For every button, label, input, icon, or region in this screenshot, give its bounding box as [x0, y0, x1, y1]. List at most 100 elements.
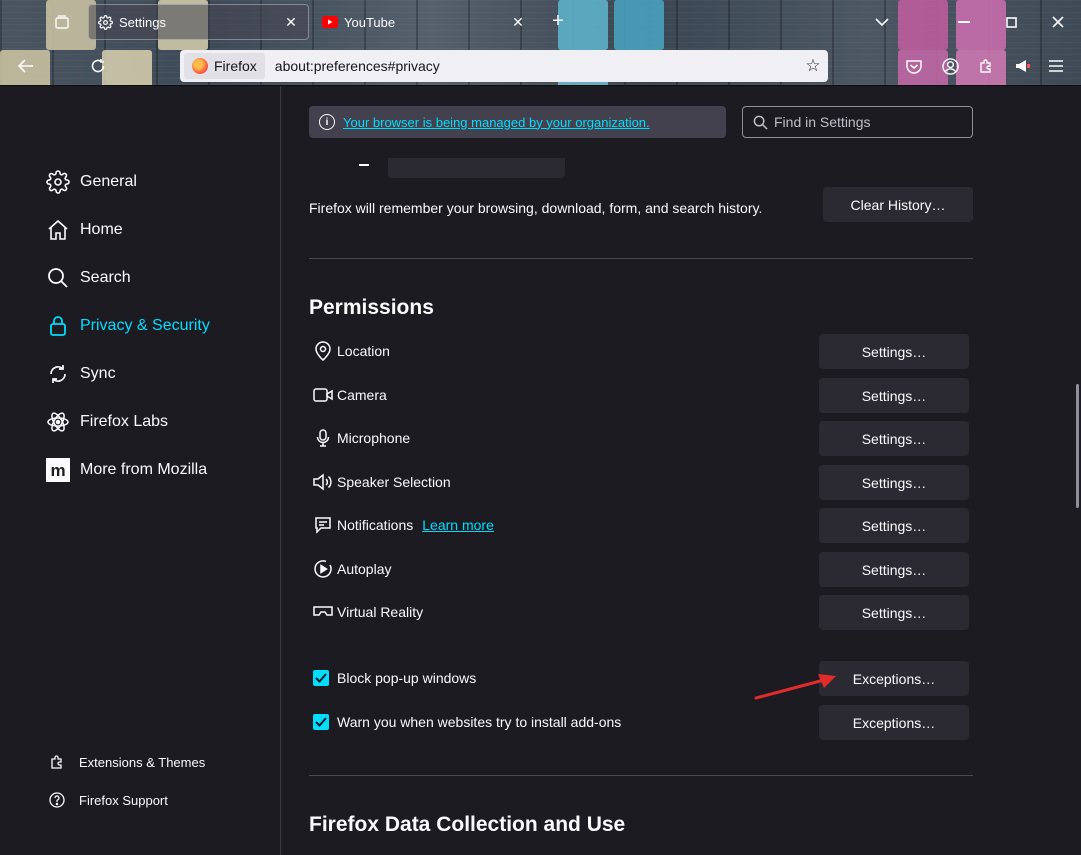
- speaker-settings-button[interactable]: Settings…: [819, 465, 969, 500]
- sidebar-item-label: Firefox Labs: [80, 413, 169, 430]
- minimize-button[interactable]: [946, 8, 982, 36]
- new-tab-button[interactable]: +: [546, 10, 570, 33]
- checkmark-icon: [315, 717, 327, 727]
- close-tab-icon[interactable]: ✕: [509, 14, 527, 31]
- checkmark-icon: [315, 673, 327, 683]
- puzzle-icon: [980, 59, 991, 73]
- block-popups-checkbox[interactable]: [313, 670, 329, 686]
- sidebar-item-label: Privacy & Security: [80, 317, 210, 334]
- section-divider: [309, 775, 973, 776]
- scrollbar-thumb[interactable]: [1076, 384, 1079, 508]
- reload-icon: [91, 59, 105, 73]
- account-button[interactable]: [938, 54, 962, 78]
- close-icon: [1052, 16, 1064, 28]
- extensions-button[interactable]: [974, 54, 998, 78]
- gear-icon: [97, 14, 113, 30]
- sidebar-item-label: Search: [80, 269, 131, 286]
- bookmark-star-icon[interactable]: ☆: [798, 56, 828, 76]
- data-collection-heading: Firefox Data Collection and Use: [309, 813, 626, 836]
- maximize-button[interactable]: [993, 8, 1029, 36]
- labs-icon: [44, 408, 72, 436]
- megaphone-icon: [1015, 60, 1030, 72]
- tab-youtube[interactable]: YouTube ✕: [314, 4, 535, 40]
- find-in-settings-field[interactable]: [742, 106, 973, 138]
- autoplay-icon: [312, 558, 334, 580]
- close-window-button[interactable]: [1040, 8, 1076, 36]
- pocket-button[interactable]: [902, 54, 926, 78]
- sidebar-item-more-from-mozilla[interactable]: m More from Mozilla: [44, 452, 274, 488]
- youtube-icon: [322, 14, 338, 30]
- sidebar-item-sync[interactable]: Sync: [44, 356, 274, 392]
- tab-bar: Settings ✕ YouTube ✕ +: [0, 0, 1081, 44]
- sidebar-item-search[interactable]: Search: [44, 260, 274, 296]
- list-all-tabs-button[interactable]: [864, 8, 900, 36]
- permission-label: Speaker Selection: [337, 474, 451, 490]
- browser-chrome: Settings ✕ YouTube ✕ + Firefox about:pre…: [0, 0, 1081, 86]
- permission-label: Virtual Reality: [337, 604, 424, 620]
- maximize-icon: [1005, 16, 1017, 28]
- sidebar-item-privacy-security[interactable]: Privacy & Security: [44, 308, 274, 344]
- permission-row-microphone: Microphone: [312, 425, 410, 451]
- settings-main: i Your browser is being managed by your …: [282, 86, 1081, 855]
- notifications-settings-button[interactable]: Settings…: [819, 508, 969, 543]
- sidebar-item-label: Sync: [80, 365, 116, 382]
- home-icon: [44, 216, 72, 244]
- firefox-support-link[interactable]: Firefox Support: [46, 788, 168, 812]
- vr-icon: [312, 601, 334, 623]
- firefox-view-button[interactable]: [44, 6, 80, 38]
- mozilla-icon: m: [44, 456, 72, 484]
- microphone-settings-button[interactable]: Settings…: [819, 421, 969, 456]
- search-input[interactable]: [774, 114, 964, 130]
- autoplay-settings-button[interactable]: Settings…: [819, 552, 969, 587]
- settings-sidebar: General Home Search Privacy & Security S…: [0, 86, 281, 855]
- firefox-view-icon: [55, 15, 69, 29]
- permission-label: Camera: [337, 387, 387, 403]
- megaphone-button[interactable]: [1010, 54, 1034, 78]
- block-popups-row[interactable]: Block pop-up windows: [313, 666, 476, 690]
- sidebar-item-firefox-labs[interactable]: Firefox Labs: [44, 404, 274, 440]
- history-mode-dropdown[interactable]: [388, 158, 565, 178]
- url-text[interactable]: about:preferences#privacy: [275, 58, 798, 74]
- addons-exceptions-button[interactable]: Exceptions…: [819, 705, 969, 740]
- identity-label: Firefox: [214, 58, 257, 74]
- nav-bar: Firefox about:preferences#privacy ☆: [0, 44, 1081, 85]
- puzzle-icon: [46, 754, 68, 770]
- footer-link-label: Extensions & Themes: [79, 754, 206, 770]
- warn-addons-checkbox[interactable]: [313, 714, 329, 730]
- speaker-icon: [312, 471, 334, 493]
- camera-settings-button[interactable]: Settings…: [819, 378, 969, 413]
- notifications-learn-more-link[interactable]: Learn more: [422, 517, 494, 533]
- info-icon: i: [319, 114, 335, 130]
- permission-row-autoplay: Autoplay: [312, 556, 391, 582]
- sidebar-item-home[interactable]: Home: [44, 212, 274, 248]
- clear-history-button[interactable]: Clear History…: [823, 187, 973, 222]
- reload-button[interactable]: [86, 54, 110, 78]
- close-tab-icon[interactable]: ✕: [282, 14, 300, 31]
- app-menu-button[interactable]: [1044, 54, 1068, 78]
- permission-row-notifications: Notifications Learn more: [312, 512, 494, 538]
- permission-row-camera: Camera: [312, 382, 387, 408]
- gear-icon: [44, 168, 72, 196]
- back-button[interactable]: [14, 54, 38, 78]
- warn-addons-row[interactable]: Warn you when websites try to install ad…: [313, 710, 621, 734]
- permission-row-virtual-reality: Virtual Reality: [312, 599, 423, 625]
- sidebar-item-label: General: [80, 173, 137, 190]
- section-divider: [309, 258, 973, 259]
- hamburger-menu-icon: [1049, 60, 1063, 72]
- permissions-heading: Permissions: [309, 296, 434, 319]
- sidebar-item-general[interactable]: General: [44, 164, 274, 200]
- location-settings-button[interactable]: Settings…: [819, 334, 969, 369]
- search-icon: [44, 264, 72, 292]
- lock-icon: [44, 312, 72, 340]
- tab-settings[interactable]: Settings ✕: [88, 4, 309, 40]
- svg-text:m: m: [50, 461, 65, 480]
- identity-box[interactable]: Firefox: [184, 53, 265, 79]
- extensions-themes-link[interactable]: Extensions & Themes: [46, 750, 205, 774]
- sync-icon: [44, 360, 72, 388]
- permission-label: Notifications: [337, 517, 414, 533]
- chevron-down-icon: [875, 17, 889, 26]
- policies-link[interactable]: Your browser is being managed by your or…: [343, 115, 650, 130]
- vr-settings-button[interactable]: Settings…: [819, 595, 969, 630]
- sidebar-item-label: Home: [80, 221, 123, 238]
- url-bar[interactable]: Firefox about:preferences#privacy ☆: [180, 50, 828, 82]
